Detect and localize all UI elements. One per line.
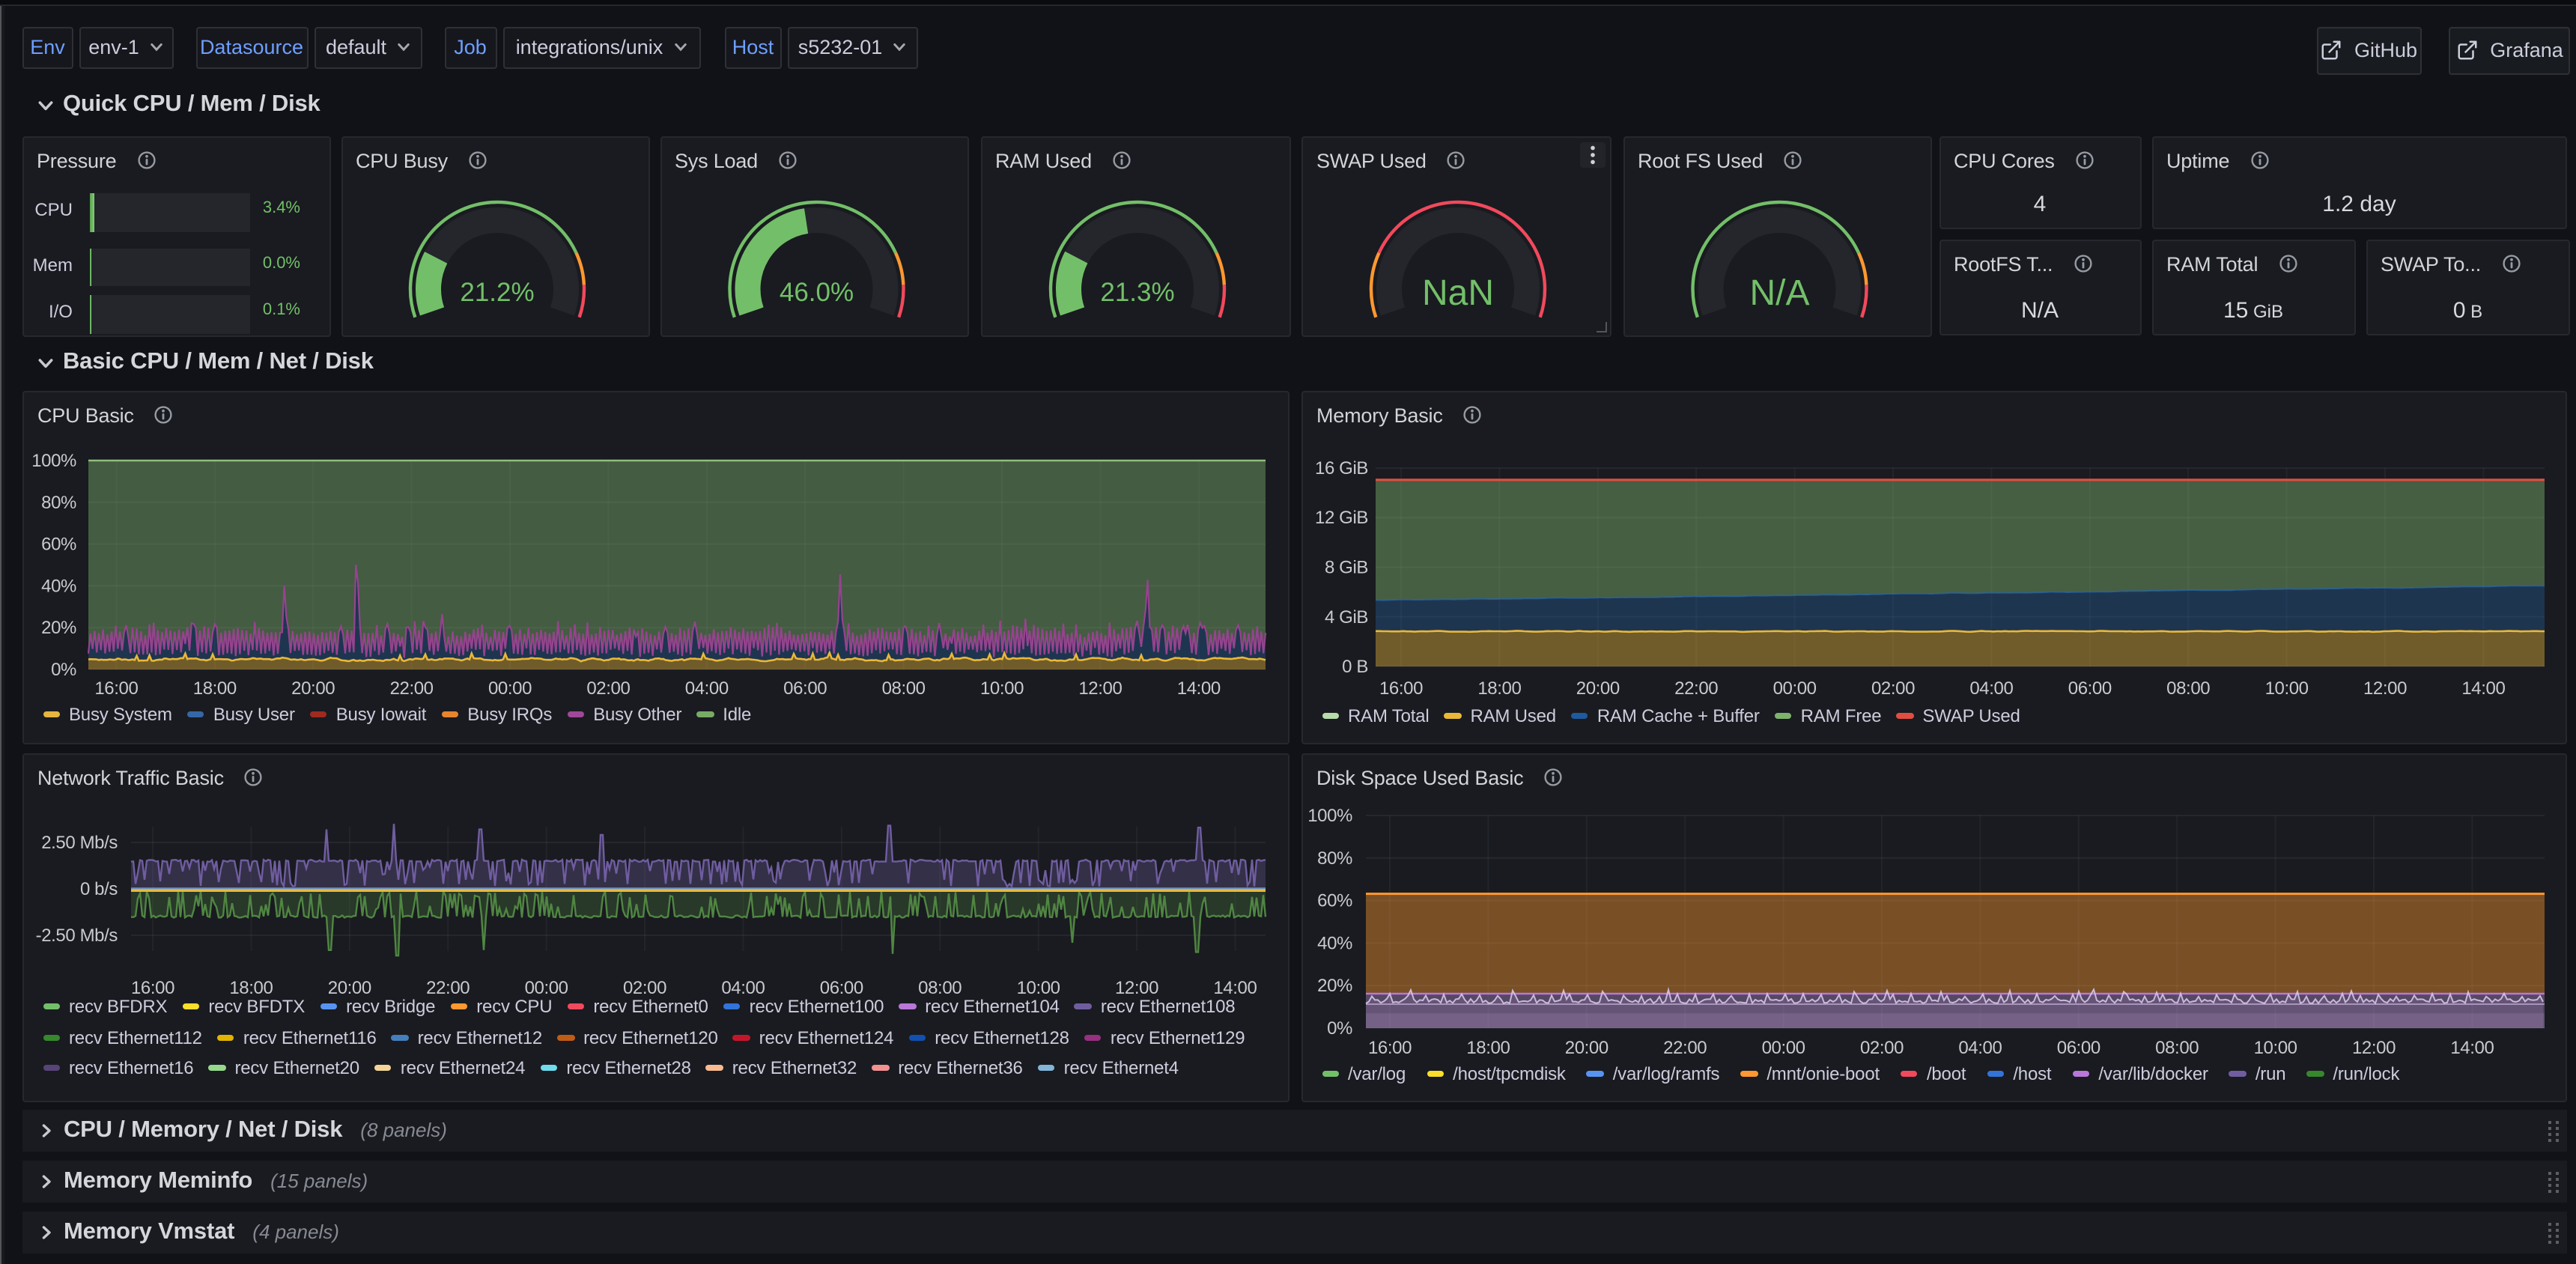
svg-text:16:00: 16:00	[131, 977, 174, 997]
svg-text:18:00: 18:00	[229, 977, 273, 997]
svg-text:14:00: 14:00	[2450, 1037, 2494, 1057]
svg-text:00:00: 00:00	[525, 977, 568, 997]
svg-text:N/A: N/A	[1749, 273, 1808, 312]
svg-text:80%: 80%	[1317, 848, 1352, 868]
svg-text:100%: 100%	[1307, 805, 1352, 825]
svg-text:08:00: 08:00	[882, 678, 926, 698]
svg-text:0%: 0%	[51, 659, 76, 679]
svg-text:06:00: 06:00	[820, 977, 863, 997]
svg-text:20:00: 20:00	[291, 678, 335, 698]
svg-text:40%: 40%	[41, 575, 76, 595]
svg-text:04:00: 04:00	[1969, 678, 2013, 698]
svg-text:22:00: 22:00	[390, 678, 434, 698]
svg-text:06:00: 06:00	[2068, 678, 2112, 698]
svg-text:21.3%: 21.3%	[1099, 277, 1173, 306]
svg-text:20:00: 20:00	[1565, 1037, 1609, 1057]
svg-text:14:00: 14:00	[1177, 678, 1221, 698]
svg-text:06:00: 06:00	[2057, 1037, 2100, 1057]
svg-text:18:00: 18:00	[1477, 678, 1521, 698]
svg-text:46.0%: 46.0%	[779, 277, 853, 306]
svg-text:20:00: 20:00	[1576, 678, 1620, 698]
svg-text:20%: 20%	[1317, 975, 1352, 995]
svg-text:60%: 60%	[1317, 890, 1352, 911]
svg-text:14:00: 14:00	[1213, 977, 1257, 997]
svg-text:12:00: 12:00	[2363, 678, 2407, 698]
svg-text:16:00: 16:00	[94, 678, 138, 698]
svg-text:22:00: 22:00	[1663, 1037, 1707, 1057]
svg-text:20:00: 20:00	[328, 977, 371, 997]
svg-text:02:00: 02:00	[623, 977, 666, 997]
svg-text:08:00: 08:00	[918, 977, 962, 997]
svg-text:60%: 60%	[41, 534, 76, 554]
svg-text:12:00: 12:00	[1078, 678, 1122, 698]
svg-text:2.50 Mb/s: 2.50 Mb/s	[41, 832, 118, 852]
svg-text:0 B: 0 B	[1342, 656, 1368, 676]
svg-text:08:00: 08:00	[2166, 678, 2210, 698]
svg-text:04:00: 04:00	[685, 678, 729, 698]
svg-text:16:00: 16:00	[1368, 1037, 1412, 1057]
svg-text:8 GiB: 8 GiB	[1325, 557, 1368, 577]
svg-text:4 GiB: 4 GiB	[1325, 607, 1368, 627]
svg-text:04:00: 04:00	[721, 977, 765, 997]
svg-text:40%: 40%	[1317, 932, 1352, 952]
svg-text:02:00: 02:00	[1860, 1037, 1904, 1057]
svg-text:22:00: 22:00	[426, 977, 470, 997]
svg-text:10:00: 10:00	[2265, 678, 2309, 698]
svg-text:20%: 20%	[41, 617, 76, 637]
svg-text:08:00: 08:00	[2155, 1037, 2199, 1057]
svg-text:00:00: 00:00	[488, 678, 532, 698]
svg-text:80%: 80%	[41, 492, 76, 512]
svg-text:0%: 0%	[1327, 1018, 1352, 1038]
svg-text:02:00: 02:00	[586, 678, 630, 698]
svg-text:10:00: 10:00	[980, 678, 1024, 698]
svg-text:00:00: 00:00	[1773, 678, 1817, 698]
svg-text:00:00: 00:00	[1762, 1037, 1805, 1057]
svg-text:18:00: 18:00	[193, 678, 237, 698]
svg-text:21.2%: 21.2%	[459, 277, 533, 306]
svg-text:NaN: NaN	[1422, 273, 1494, 312]
svg-text:16 GiB: 16 GiB	[1315, 458, 1368, 478]
svg-text:12 GiB: 12 GiB	[1315, 507, 1368, 527]
svg-text:16:00: 16:00	[1379, 678, 1423, 698]
svg-text:10:00: 10:00	[1017, 977, 1060, 997]
svg-text:100%: 100%	[31, 450, 76, 470]
svg-text:-2.50 Mb/s: -2.50 Mb/s	[36, 925, 118, 945]
svg-text:14:00: 14:00	[2461, 678, 2505, 698]
svg-text:0 b/s: 0 b/s	[80, 878, 118, 899]
svg-text:06:00: 06:00	[783, 678, 827, 698]
svg-text:02:00: 02:00	[1871, 678, 1915, 698]
svg-text:04:00: 04:00	[1958, 1037, 2002, 1057]
svg-text:12:00: 12:00	[1115, 977, 1158, 997]
svg-text:18:00: 18:00	[1466, 1037, 1510, 1057]
svg-text:10:00: 10:00	[2254, 1037, 2297, 1057]
svg-text:22:00: 22:00	[1674, 678, 1718, 698]
svg-text:12:00: 12:00	[2352, 1037, 2396, 1057]
